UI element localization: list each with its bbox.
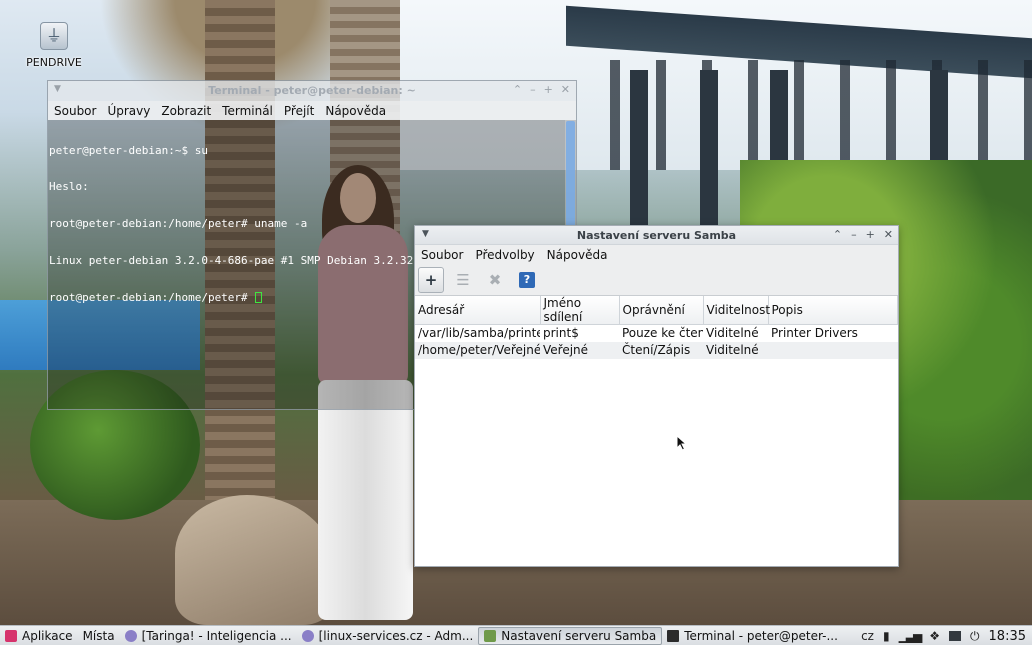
table-header: Adresář Jméno sdílení Oprávnění Viditeln…	[415, 296, 898, 325]
cell-description: Printer Drivers	[771, 326, 858, 341]
taskbar-task-taringa[interactable]: [Taringa! - Inteligencia ...	[120, 627, 297, 645]
plus-icon: +	[424, 270, 438, 289]
menu-view[interactable]: Zobrazit	[161, 104, 211, 118]
terminal-menubar: Soubor Úpravy Zobrazit Terminál Přejít N…	[48, 101, 576, 120]
places-menu[interactable]: Místa	[78, 627, 120, 645]
delete-icon: ✖	[488, 270, 502, 289]
samba-toolbar: + ☰ ✖ ?	[415, 264, 898, 296]
shares-table: Adresář Jméno sdílení Oprávnění Viditeln…	[415, 296, 898, 359]
places-label: Místa	[82, 628, 115, 643]
cell-permissions: Čtení/Zápis	[619, 341, 703, 359]
terminal-line: Heslo:	[49, 180, 89, 194]
applications-icon	[5, 629, 17, 642]
samba-menubar: Soubor Předvolby Nápověda	[415, 245, 898, 264]
system-tray: cz ▮ ▁▃▅ ❖ ⏻ 18:35	[861, 626, 1032, 645]
cell-directory: /var/lib/samba/printers	[418, 326, 540, 341]
usb-drive-icon: ⏚	[40, 22, 68, 50]
column-header-share-name[interactable]: Jméno sdílení	[540, 296, 620, 325]
cell-share-name: Veřejné	[540, 341, 619, 359]
network-icon[interactable]: ▮	[883, 629, 890, 643]
terminal-line: peter@peter-debian:~$ su	[49, 143, 208, 157]
wallpaper-beam	[700, 70, 718, 230]
column-header-permissions[interactable]: Oprávnění	[619, 296, 704, 325]
cell-directory: /home/peter/Veřejné	[415, 341, 540, 359]
cell-permissions: Pouze ke čtení	[622, 326, 703, 341]
add-share-button[interactable]: +	[418, 266, 444, 293]
menu-go[interactable]: Přejít	[284, 104, 314, 118]
menu-preferences[interactable]: Předvolby	[475, 248, 534, 262]
menu-file[interactable]: Soubor	[421, 248, 463, 262]
power-icon[interactable]: ⏻	[970, 629, 980, 644]
task-label: Terminal - peter@peter-...	[684, 628, 838, 643]
task-label: Nastavení serveru Samba	[501, 628, 657, 643]
shade-icon[interactable]: ⌃	[833, 228, 842, 241]
table-row[interactable]: /var/lib/samba/printers print$ Pouze ke …	[415, 325, 898, 342]
menu-file[interactable]: Soubor	[54, 104, 96, 118]
samba-title: Nastavení serveru Samba	[576, 229, 737, 242]
minimize-icon[interactable]: –	[530, 83, 536, 96]
maximize-icon[interactable]: +	[544, 83, 553, 96]
menu-terminal[interactable]: Terminál	[222, 104, 273, 118]
terminal-prompt: root@peter-debian:/home/peter#	[49, 291, 255, 305]
dropbox-icon[interactable]: ❖	[929, 629, 940, 643]
applications-menu[interactable]: Aplikace	[0, 627, 78, 645]
battery-icon[interactable]	[949, 631, 962, 641]
delete-share-button[interactable]: ✖	[482, 267, 508, 293]
cell-description	[768, 341, 898, 359]
samba-window[interactable]: ▼ Nastavení serveru Samba ⌃ – + ✕ Soubor…	[414, 225, 899, 567]
clock[interactable]: 18:35	[989, 629, 1026, 644]
menu-help[interactable]: Nápověda	[325, 104, 386, 118]
help-icon: ?	[519, 271, 535, 288]
properties-icon: ☰	[456, 270, 470, 289]
shade-icon[interactable]: ⌃	[513, 83, 522, 96]
terminal-cursor	[255, 292, 263, 304]
browser-icon	[301, 629, 314, 642]
applications-label: Aplikace	[22, 628, 73, 643]
terminal-titlebar[interactable]: ▼ Terminal - peter@peter-debian: ~ ⌃ – +…	[48, 81, 576, 101]
close-icon[interactable]: ✕	[884, 228, 893, 241]
table-row[interactable]: /home/peter/Veřejné Veřejné Čtení/Zápis …	[415, 341, 898, 359]
column-header-directory[interactable]: Adresář	[415, 296, 541, 325]
wallpaper-pergola-slats	[610, 60, 1032, 170]
wallpaper-beam	[630, 70, 648, 230]
maximize-icon[interactable]: +	[866, 228, 875, 241]
column-header-description[interactable]: Popis	[768, 296, 898, 325]
taskbar-task-linux-services[interactable]: [linux-services.cz - Adm...	[297, 627, 479, 645]
column-header-visibility[interactable]: Viditelnost	[703, 296, 770, 325]
desktop-icon-label: PENDRIVE	[26, 56, 82, 69]
help-button[interactable]: ?	[514, 267, 540, 293]
browser-icon	[124, 629, 137, 642]
samba-icon	[484, 629, 497, 642]
signal-icon[interactable]: ▁▃▅	[899, 629, 923, 643]
share-properties-button[interactable]: ☰	[450, 267, 476, 293]
taskbar: Aplikace Místa [Taringa! - Inteligencia …	[0, 625, 1032, 645]
terminal-title: Terminal - peter@peter-debian: ~	[208, 84, 416, 97]
minimize-icon[interactable]: –	[851, 228, 857, 241]
menu-help[interactable]: Nápověda	[547, 248, 608, 262]
cell-visibility: Viditelné	[703, 341, 768, 359]
samba-titlebar[interactable]: ▼ Nastavení serveru Samba ⌃ – + ✕	[415, 226, 898, 245]
taskbar-task-samba[interactable]: Nastavení serveru Samba	[478, 626, 663, 645]
task-label: [Taringa! - Inteligencia ...	[141, 628, 292, 643]
close-icon[interactable]: ✕	[561, 83, 570, 96]
keyboard-layout-indicator[interactable]: cz	[861, 629, 874, 643]
cell-visibility: Viditelné	[706, 326, 759, 341]
taskbar-task-terminal[interactable]: Terminal - peter@peter-...	[662, 627, 843, 645]
mouse-pointer-icon	[676, 435, 688, 451]
cell-share-name: print$	[543, 326, 579, 341]
desktop-icon-pendrive[interactable]: ⏚ PENDRIVE	[22, 22, 86, 69]
menu-edit[interactable]: Úpravy	[107, 104, 150, 118]
terminal-icon	[667, 629, 680, 642]
task-label: [linux-services.cz - Adm...	[318, 628, 474, 643]
